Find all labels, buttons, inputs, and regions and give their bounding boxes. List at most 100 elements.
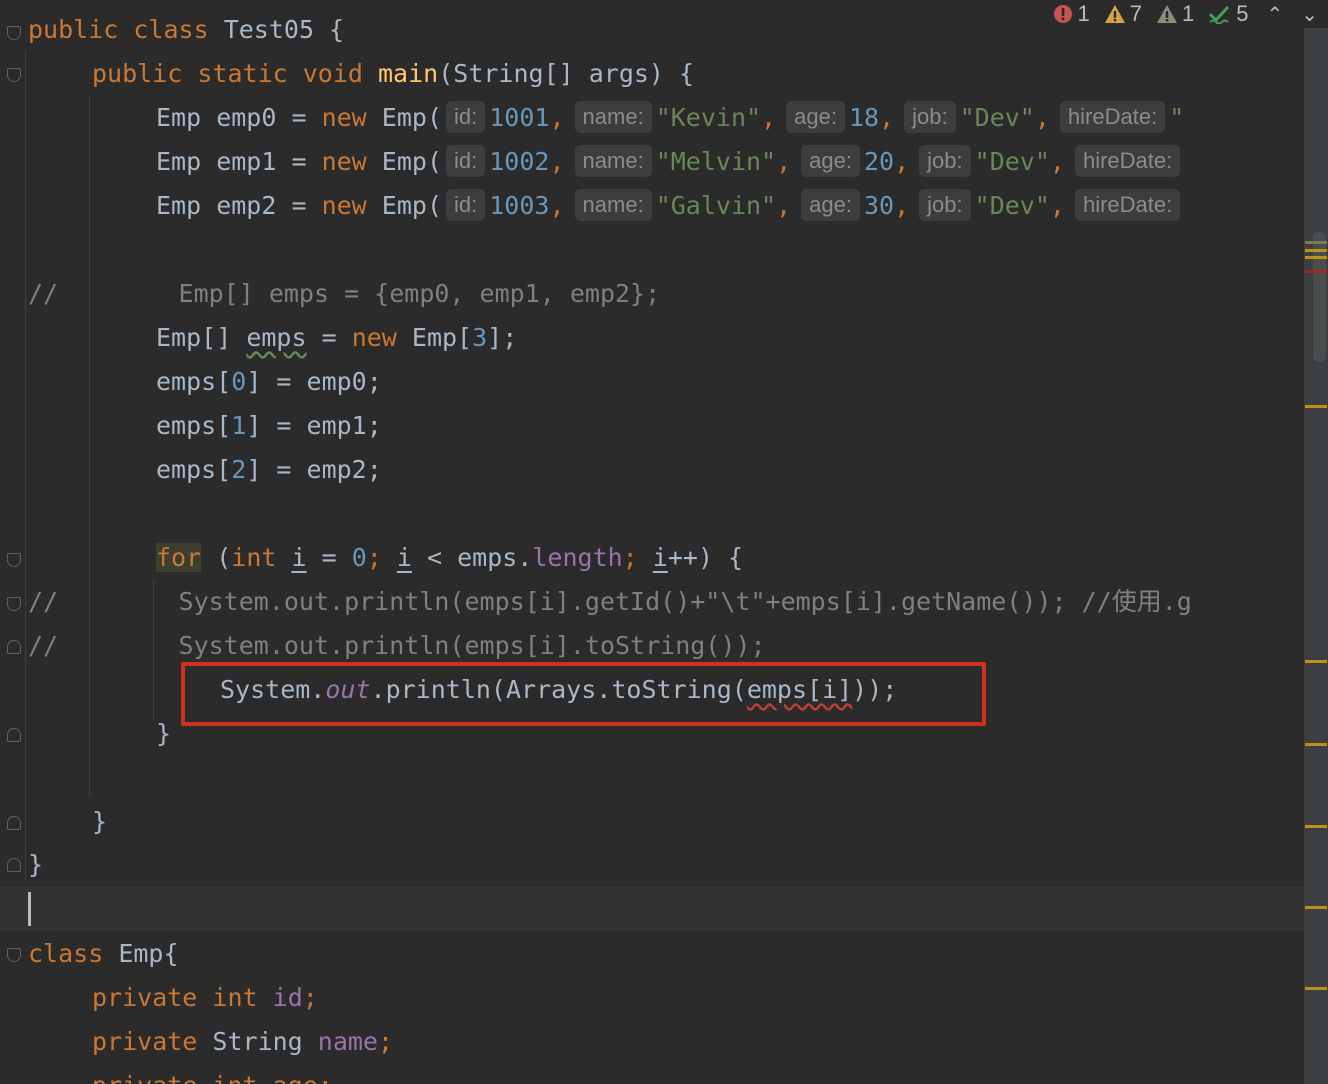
error-icon bbox=[1054, 5, 1073, 23]
keyword: class bbox=[133, 15, 209, 44]
code-line[interactable]: class Emp{ bbox=[28, 932, 179, 976]
comment-text: // System.out.println(emps[i].getId()+"\… bbox=[28, 587, 1192, 616]
brace: } bbox=[28, 850, 44, 879]
code-line-comment[interactable]: // System.out.println(emps[i].getId()+"\… bbox=[28, 580, 1192, 624]
chevron-up-icon[interactable]: ⌃ bbox=[1266, 2, 1283, 27]
number-literal: 0 bbox=[231, 367, 247, 396]
code-text: ] = emp2; bbox=[246, 455, 382, 484]
keyword: new bbox=[321, 147, 367, 176]
code-line[interactable]: for (int i = 0; i < emps.length; i++) { bbox=[156, 536, 743, 580]
stripe-mark[interactable] bbox=[1305, 256, 1327, 259]
keyword: int bbox=[231, 543, 277, 572]
code-text: private int age; bbox=[92, 1071, 333, 1084]
keyword: for bbox=[156, 543, 202, 572]
param-hint: job: bbox=[919, 189, 971, 221]
code-text: Emp emp2 = bbox=[156, 191, 322, 220]
code-line[interactable]: Emp emp2 = new Emp(id: 1003, name: "Galvin"… bbox=[156, 184, 1184, 228]
stripe-mark[interactable] bbox=[1305, 270, 1327, 273]
stripe-mark[interactable] bbox=[1305, 906, 1327, 909]
code-line[interactable]: private String name; bbox=[92, 1020, 393, 1064]
weak-warning-count[interactable]: 1 bbox=[1156, 1, 1194, 27]
keyword: public static void bbox=[92, 59, 363, 88]
punctuation: , bbox=[894, 191, 910, 220]
number-literal: 1003 bbox=[489, 191, 550, 220]
fold-toggle-icon[interactable] bbox=[7, 26, 21, 40]
code-line[interactable]: emps[2] = emp2; bbox=[156, 448, 382, 492]
code-line[interactable]: emps[0] = emp0; bbox=[156, 360, 382, 404]
code-line[interactable]: } bbox=[156, 712, 171, 756]
typo-check-icon bbox=[1209, 5, 1230, 24]
fold-toggle-icon[interactable] bbox=[7, 948, 21, 962]
keyword: class bbox=[28, 939, 104, 968]
typo-count-label: 5 bbox=[1236, 1, 1249, 26]
fold-toggle-icon[interactable] bbox=[7, 858, 21, 872]
indent-guide bbox=[25, 50, 26, 880]
number-literal: 3 bbox=[472, 323, 488, 352]
weak-warning-icon bbox=[1156, 5, 1177, 23]
string-literal: "Dev" bbox=[974, 191, 1050, 220]
code-line[interactable]: Emp[] emps = new Emp[3]; bbox=[156, 316, 517, 360]
punctuation: , bbox=[1049, 191, 1065, 220]
string-literal: "Dev" bbox=[959, 103, 1035, 132]
code-line-comment[interactable]: // Emp[] emps = {emp0, emp1, emp2}; bbox=[28, 272, 660, 316]
stripe-mark[interactable] bbox=[1305, 405, 1327, 408]
typo-count[interactable]: 5 bbox=[1208, 1, 1248, 27]
stripe-mark[interactable] bbox=[1305, 987, 1327, 990]
string-literal: "Dev" bbox=[974, 147, 1050, 176]
text-caret bbox=[28, 892, 31, 926]
code-line[interactable]: private int id; bbox=[92, 976, 318, 1020]
param-hint: age: bbox=[801, 145, 860, 177]
code-line[interactable]: } bbox=[92, 800, 107, 844]
param-hint: hireDate: bbox=[1059, 101, 1166, 133]
weak-warning-count-label: 1 bbox=[1181, 1, 1195, 26]
code-text: (String[] args) { bbox=[438, 59, 695, 88]
fold-toggle-icon[interactable] bbox=[7, 640, 21, 654]
code-editor[interactable]: public class Test05 { public static void… bbox=[0, 0, 1328, 1084]
code-text: ] = emp0; bbox=[246, 367, 382, 396]
punctuation: , bbox=[549, 191, 565, 220]
class-name: Test05 { bbox=[208, 15, 345, 44]
number-literal: 30 bbox=[864, 191, 895, 220]
keyword: private bbox=[92, 1027, 198, 1056]
stripe-mark[interactable] bbox=[1305, 743, 1327, 746]
fold-toggle-icon[interactable] bbox=[7, 68, 21, 82]
keyword: new bbox=[321, 103, 367, 132]
code-line[interactable]: emps[1] = emp1; bbox=[156, 404, 382, 448]
number-literal: 1001 bbox=[489, 103, 550, 132]
code-line[interactable]: public class Test05 { bbox=[28, 8, 344, 52]
annotation-highlight-box bbox=[181, 662, 986, 726]
chevron-down-icon[interactable]: ⌄ bbox=[1301, 2, 1318, 27]
fold-toggle-icon[interactable] bbox=[7, 816, 21, 830]
code-line[interactable]: } bbox=[28, 843, 43, 887]
punctuation: ; bbox=[622, 543, 653, 572]
code-text: ++) { bbox=[667, 543, 744, 572]
stripe-mark[interactable] bbox=[1305, 241, 1327, 244]
class-name: Emp{ bbox=[103, 939, 179, 968]
variable: i bbox=[291, 543, 307, 572]
warning-icon bbox=[1104, 5, 1125, 23]
fold-toggle-icon[interactable] bbox=[7, 728, 21, 742]
error-count[interactable]: 1 bbox=[1053, 1, 1090, 27]
stripe-mark[interactable] bbox=[1305, 249, 1327, 252]
warning-count[interactable]: 7 bbox=[1104, 1, 1142, 27]
code-line[interactable]: Emp emp1 = new Emp(id: 1002, name: "Melvin"… bbox=[156, 140, 1184, 184]
code-line[interactable]: public static void main(String[] args) { bbox=[92, 52, 694, 96]
inspection-widget[interactable]: 1 7 1 5 ⌃ ⌄ bbox=[1039, 0, 1328, 28]
fold-toggle-icon[interactable] bbox=[7, 597, 21, 611]
number-literal: 2 bbox=[231, 455, 247, 484]
code-line[interactable]: Emp emp0 = new Emp(id: 1001, name: "Kevin",… bbox=[156, 96, 1184, 140]
number-literal: 1 bbox=[231, 411, 247, 440]
code-line[interactable]: private int age; bbox=[92, 1064, 333, 1084]
string-literal: "Melvin" bbox=[655, 147, 777, 176]
code-text: = bbox=[306, 543, 352, 572]
method-name: main bbox=[378, 59, 439, 88]
punctuation: , bbox=[1034, 103, 1050, 132]
error-stripe[interactable] bbox=[1304, 28, 1328, 1084]
field-name: id bbox=[272, 983, 303, 1012]
code-text: Emp[] bbox=[156, 323, 247, 352]
stripe-mark[interactable] bbox=[1305, 825, 1327, 828]
number-literal: 1002 bbox=[489, 147, 550, 176]
param-hint: name: bbox=[574, 189, 652, 221]
stripe-mark[interactable] bbox=[1305, 660, 1327, 663]
fold-toggle-icon[interactable] bbox=[7, 553, 21, 567]
